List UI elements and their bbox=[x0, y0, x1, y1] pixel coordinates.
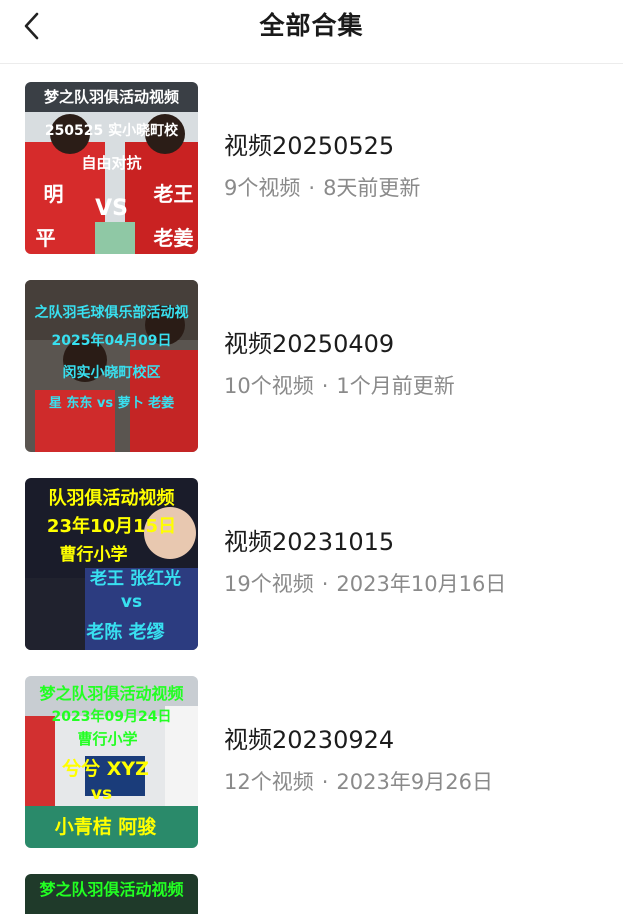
collection-item[interactable]: 梦之队羽俱活动视频 2023年09月24日 曹行小学 兮兮 XYZ vs 小青桔… bbox=[0, 658, 623, 856]
collection-thumbnail: 梦之队羽俱活动视频 250525 实小晓町校 自由对抗 明 老王 VS 平 老姜 bbox=[25, 82, 198, 254]
collection-info: 视频20250525 9个视频 · 8天前更新 bbox=[224, 130, 420, 202]
collection-thumbnail: 队羽俱活动视频 23年10月15日 曹行小学 老王 张红光 vs 老陈 老缪 bbox=[25, 478, 198, 650]
update-time: 2023年10月16日 bbox=[336, 572, 507, 596]
update-time: 8天前更新 bbox=[323, 176, 421, 200]
thumb-caption: 梦之队羽俱活动视频 bbox=[39, 880, 184, 899]
separator-dot: · bbox=[321, 770, 329, 794]
thumb-caption: vs bbox=[90, 784, 113, 804]
thumb-caption: 曹行小学 bbox=[59, 545, 128, 565]
collection-list: 梦之队羽俱活动视频 250525 实小晓町校 自由对抗 明 老王 VS 平 老姜… bbox=[0, 64, 623, 914]
separator-dot: · bbox=[321, 572, 329, 596]
thumb-caption: 星 东东 vs 萝卜 老姜 bbox=[48, 396, 175, 411]
collection-thumbnail: 梦之队羽俱活动视频 bbox=[25, 874, 198, 914]
thumb-caption: 2023年09月24日 bbox=[51, 709, 172, 725]
thumb-caption: 小青桔 阿骏 bbox=[54, 816, 157, 838]
thumb-caption: 2025年04月09日 bbox=[51, 333, 172, 349]
collection-thumbnail: 梦之队羽俱活动视频 2023年09月24日 曹行小学 兮兮 XYZ vs 小青桔… bbox=[25, 676, 198, 848]
thumb-caption: 老陈 老缪 bbox=[86, 622, 165, 643]
thumb-caption: 曹行小学 bbox=[77, 730, 138, 748]
thumb-caption: VS bbox=[95, 196, 128, 221]
collection-info: 视频20250409 10个视频 · 1个月前更新 bbox=[224, 328, 455, 400]
collection-meta: 12个视频 · 2023年9月26日 bbox=[224, 768, 493, 796]
thumb-caption: 23年10月15日 bbox=[46, 516, 177, 537]
collection-meta: 19个视频 · 2023年10月16日 bbox=[224, 570, 506, 598]
thumb-caption: 队羽俱活动视频 bbox=[48, 488, 175, 509]
collection-title: 视频20231015 bbox=[224, 528, 395, 556]
collection-meta: 9个视频 · 8天前更新 bbox=[224, 174, 420, 202]
thumb-caption: 梦之队羽俱活动视频 bbox=[39, 684, 184, 703]
collection-item[interactable]: 梦之队羽俱活动视频 bbox=[0, 856, 623, 914]
video-count: 9个视频 bbox=[224, 176, 301, 200]
video-count: 10个视频 bbox=[224, 374, 314, 398]
update-time: 1个月前更新 bbox=[336, 374, 455, 398]
collection-info: 视频20230924 12个视频 · 2023年9月26日 bbox=[224, 724, 493, 796]
collection-item[interactable]: 之队羽毛球俱乐部活动视 2025年04月09日 闵实小晓町校区 星 东东 vs … bbox=[0, 262, 623, 460]
collection-thumbnail: 之队羽毛球俱乐部活动视 2025年04月09日 闵实小晓町校区 星 东东 vs … bbox=[25, 280, 198, 452]
thumb-caption: 闵实小晓町校区 bbox=[62, 365, 161, 381]
collection-title: 视频20230924 bbox=[224, 726, 395, 754]
collection-info: 视频20231015 19个视频 · 2023年10月16日 bbox=[224, 526, 506, 598]
thumb-caption: 250525 实小晓町校 bbox=[44, 123, 179, 139]
video-count: 12个视频 bbox=[224, 770, 314, 794]
thumb-caption: 之队羽毛球俱乐部活动视 bbox=[34, 305, 189, 321]
thumb-caption: 兮兮 XYZ bbox=[62, 758, 149, 780]
thumb-caption: 自由对抗 bbox=[81, 154, 142, 172]
collection-title: 视频20250409 bbox=[224, 330, 395, 358]
collection-title: 视频20250525 bbox=[224, 132, 395, 160]
page-title: 全部合集 bbox=[259, 11, 364, 40]
update-time: 2023年9月26日 bbox=[336, 770, 493, 794]
collection-meta: 10个视频 · 1个月前更新 bbox=[224, 372, 455, 400]
top-bar: 全部合集 bbox=[0, 0, 623, 64]
separator-dot: · bbox=[308, 176, 316, 200]
collection-item[interactable]: 梦之队羽俱活动视频 250525 实小晓町校 自由对抗 明 老王 VS 平 老姜… bbox=[0, 64, 623, 262]
separator-dot: · bbox=[321, 374, 329, 398]
video-count: 19个视频 bbox=[224, 572, 314, 596]
thumb-caption: 老姜 bbox=[153, 226, 194, 250]
thumb-caption: 老王 张红光 bbox=[90, 569, 181, 589]
collection-item[interactable]: 队羽俱活动视频 23年10月15日 曹行小学 老王 张红光 vs 老陈 老缪 视… bbox=[0, 460, 623, 658]
thumb-caption: 梦之队羽俱活动视频 bbox=[43, 88, 179, 106]
thumb-caption: vs bbox=[120, 592, 143, 612]
